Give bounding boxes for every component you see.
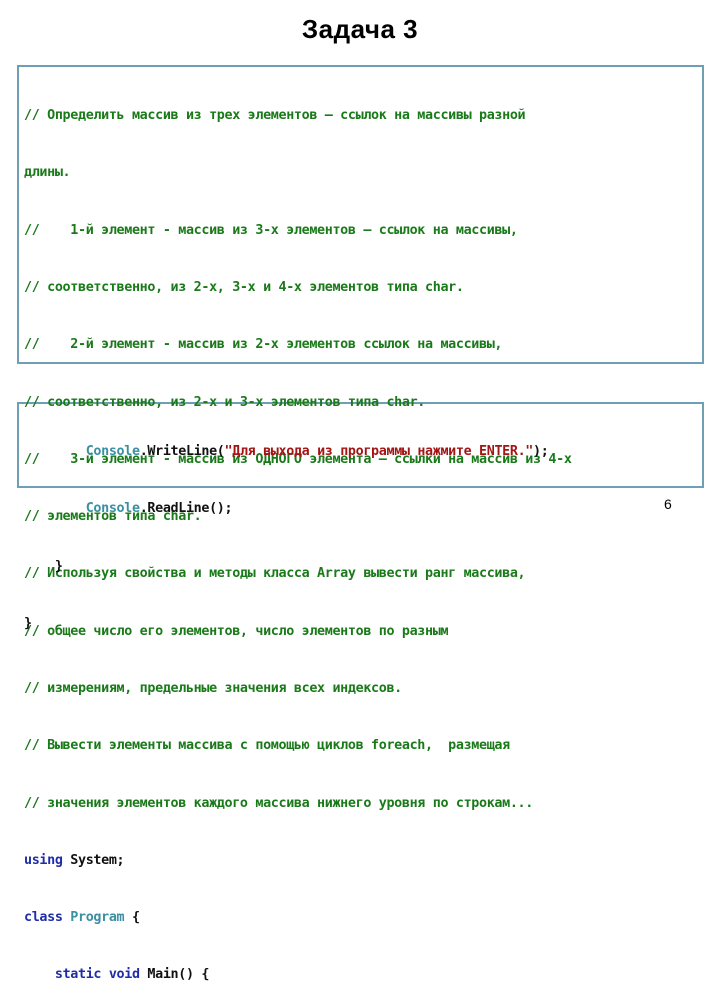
string-literal: "Для выхода из программы нажмите ENTER." [224, 444, 534, 460]
console-class: Console [85, 444, 140, 460]
comment-line: // Определить массив из трех элементов –… [24, 108, 526, 124]
comment-line: // Вывести элементы массива с помощью ци… [24, 738, 510, 754]
writeline-line: Console.WriteLine("Для выхода из програм… [24, 442, 549, 461]
code-block-bottom: Console.WriteLine("Для выхода из програм… [24, 404, 549, 652]
comment-line: // значения элементов каждого массива ни… [24, 795, 533, 811]
comment-line: длины. [24, 165, 71, 181]
comment-line: // 1-й элемент - массив из 3-х элементов… [24, 222, 518, 238]
class-brace: { [124, 910, 140, 926]
using-line: using System; [24, 851, 572, 870]
keyword-class: class [24, 910, 63, 926]
closing-brace-method: } [24, 558, 63, 574]
comment-line: // 2-й элемент - массив из 2-х элементов… [24, 337, 503, 353]
comment-line: // соответственно, из 2-х, 3-х и 4-х эле… [24, 280, 464, 296]
slide-title: Задача 3 [301, 14, 419, 44]
namespace-system: System; [62, 852, 125, 868]
keyword-using: using [24, 852, 63, 868]
closing-brace-class: } [24, 616, 32, 632]
comment-line: // измерениям, предельные значения всех … [24, 681, 402, 696]
class-line: class Program { [24, 908, 572, 927]
writeline-call: .WriteLine( [139, 444, 225, 460]
main-line: static void Main() { [24, 965, 572, 984]
page-number: 6 [664, 496, 672, 512]
readline-call: .ReadLine(); [139, 501, 233, 517]
class-name: Program [70, 910, 125, 926]
main-signature: Main() { [139, 967, 210, 983]
readline-line: Console.ReadLine(); [24, 499, 548, 518]
writeline-end: ); [533, 444, 549, 460]
console-class: Console [85, 501, 140, 517]
keyword-static-void: static void [54, 967, 140, 983]
